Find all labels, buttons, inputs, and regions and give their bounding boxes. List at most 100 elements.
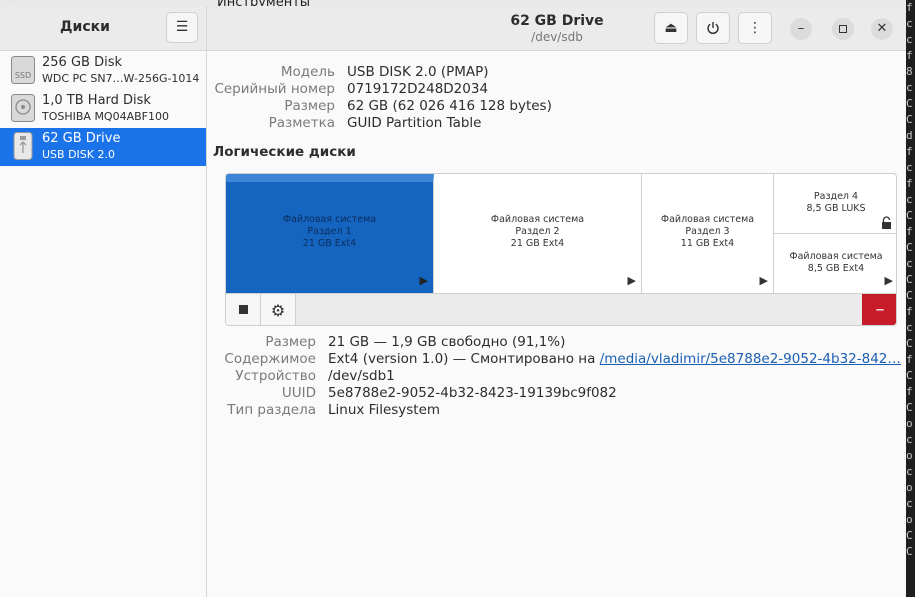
- property-label: Размер: [265, 334, 316, 350]
- property-value: 62 GB (62 026 416 128 bytes): [347, 98, 552, 114]
- volume-partition-1[interactable]: Файловая система Раздел 1 21 GB Ext4 ▶: [226, 174, 434, 293]
- terminal-line: C: [906, 113, 913, 126]
- terminal-line: c: [906, 33, 913, 46]
- volume-label: Файловая система: [282, 214, 377, 225]
- volume-label: 21 GB Ext4: [302, 238, 357, 249]
- disk-item-1tb[interactable]: 1,0 TB Hard Disk TOSHIBA MQ04ABF100: [0, 90, 206, 128]
- property-value: GUID Partition Table: [347, 115, 482, 131]
- volume-label: Файловая система: [789, 251, 883, 262]
- disk-name: 1,0 TB Hard Disk: [42, 93, 151, 108]
- property-row-model: Модель USB DISK 2.0 (PMAP): [207, 64, 899, 81]
- volume-row-uuid: UUID 5e8788e2-9052-4b32-8423-19139bc9f08…: [207, 385, 899, 402]
- volume-partition-2[interactable]: Файловая система Раздел 2 21 GB Ext4 ▶: [434, 174, 642, 293]
- eject-button[interactable]: ⏏: [654, 12, 688, 44]
- property-value: 5e8788e2-9052-4b32-8423-19139bc9f082: [328, 385, 617, 401]
- property-value: USB DISK 2.0 (PMAP): [347, 64, 489, 80]
- volume-label: Раздел 3: [685, 226, 730, 237]
- drive-menu-button[interactable]: ⋮: [738, 12, 772, 44]
- property-label: Разметка: [268, 115, 335, 131]
- volume-label: 21 GB Ext4: [510, 238, 565, 249]
- terminal-line: c: [906, 17, 913, 30]
- terminal-line: C: [906, 545, 913, 558]
- power-off-button[interactable]: [696, 12, 730, 44]
- terminal-line: C: [906, 369, 913, 382]
- terminal-line: c: [906, 433, 913, 446]
- volume-settings-button[interactable]: ⚙: [261, 294, 296, 325]
- play-arrow-icon: ▶: [627, 274, 636, 287]
- play-arrow-icon: ▶: [884, 274, 893, 287]
- disk-item-256gb[interactable]: SSD 256 GB Disk WDC PC SN7…W-256G-1014: [0, 52, 206, 90]
- terminal-line: o: [906, 513, 913, 526]
- header-bar: 62 GB Drive /dev/sdb ⏏ ⋮ – ✕: [207, 6, 906, 51]
- volume-label: Раздел 2: [515, 226, 560, 237]
- volume-label: 8,5 GB LUKS: [806, 203, 866, 214]
- close-window-button[interactable]: ✕: [871, 18, 893, 40]
- disk-item-62gb-drive[interactable]: 62 GB Drive USB DISK 2.0: [0, 128, 206, 166]
- volume-label: Файловая система: [490, 214, 585, 225]
- eject-icon: ⏏: [664, 20, 678, 36]
- terminal-line: C: [906, 289, 913, 302]
- delete-partition-button[interactable]: –: [862, 294, 896, 325]
- property-label: Устройство: [235, 368, 316, 384]
- background-terminal: fccf8cCCdfcfcCfCcCCfcCfCfCocococoCC: [906, 0, 915, 597]
- terminal-line: f: [906, 353, 913, 366]
- sidebar-header: Диски ☰: [0, 6, 206, 51]
- property-value: /dev/sdb1: [328, 368, 395, 384]
- maximize-button[interactable]: [832, 18, 854, 40]
- volumes-section-title: Логические диски: [213, 144, 356, 160]
- terminal-line: C: [906, 97, 913, 110]
- terminal-line: o: [906, 449, 913, 462]
- volume-row-device: Устройство /dev/sdb1: [207, 368, 899, 385]
- terminal-line: c: [906, 465, 913, 478]
- menu-button[interactable]: ☰: [166, 12, 198, 43]
- minimize-button[interactable]: –: [790, 18, 812, 40]
- property-value: 21 GB — 1,9 GB свободно (91,1%): [328, 334, 566, 350]
- terminal-line: f: [906, 177, 913, 190]
- property-value: Ext4 (version 1.0) — Смонтировано на: [328, 351, 596, 367]
- property-label: Модель: [280, 64, 335, 80]
- volume-label: 8,5 GB Ext4: [807, 263, 865, 274]
- property-value: Linux Filesystem: [328, 402, 441, 418]
- terminal-line: C: [906, 337, 913, 350]
- terminal-line: f: [906, 49, 913, 62]
- terminal-line: d: [906, 129, 913, 142]
- hamburger-menu-icon: ☰: [175, 19, 189, 35]
- volumes-map: Файловая система Раздел 1 21 GB Ext4 ▶ Ф…: [225, 173, 897, 326]
- terminal-line: f: [906, 1, 913, 14]
- ssd-icon: SSD: [11, 56, 35, 84]
- property-value: 0719172D248D2034: [347, 81, 489, 97]
- volume-row-contents: Содержимое Ext4 (version 1.0) — Смонтиро…: [207, 351, 901, 368]
- disk-name: 256 GB Disk: [42, 55, 122, 70]
- play-arrow-icon: ▶: [419, 274, 428, 287]
- terminal-line: C: [906, 401, 913, 414]
- terminal-line: f: [906, 305, 913, 318]
- drive-properties: Модель USB DISK 2.0 (PMAP) Серийный номе…: [207, 64, 899, 132]
- volume-label: Раздел 1: [307, 226, 352, 237]
- gear-icon: ⚙: [270, 301, 286, 320]
- stop-icon: [238, 305, 248, 314]
- terminal-line: c: [906, 497, 913, 510]
- sidebar: Диски ☰ SSD 256 GB Disk WDC PC SN7…W-256…: [0, 6, 207, 597]
- terminal-line: o: [906, 481, 913, 494]
- maximize-icon: [839, 25, 847, 33]
- unmount-button[interactable]: [226, 294, 261, 325]
- volume-filesystem[interactable]: Файловая система 8,5 GB Ext4 ▶: [774, 234, 896, 293]
- terminal-line: 8: [906, 65, 913, 78]
- disks-window: Диски ☰ SSD 256 GB Disk WDC PC SN7…W-256…: [0, 6, 906, 597]
- property-row-partitioning: Разметка GUID Partition Table: [207, 115, 899, 132]
- volume-partition-4[interactable]: Раздел 4 8,5 GB LUKS: [774, 174, 896, 234]
- sidebar-title: Диски: [60, 19, 110, 35]
- close-icon: ✕: [876, 21, 888, 36]
- play-arrow-icon: ▶: [759, 274, 768, 287]
- property-row-size: Размер 62 GB (62 026 416 128 bytes): [207, 98, 899, 115]
- usb-drive-icon: [13, 132, 33, 160]
- volume-row-partition-type: Тип раздела Linux Filesystem: [207, 402, 899, 419]
- terminal-line: c: [906, 161, 913, 174]
- volume-partition-3[interactable]: Файловая система Раздел 3 11 GB Ext4 ▶: [642, 174, 774, 293]
- more-vertical-icon: ⋮: [748, 20, 762, 36]
- volume-row-size: Размер 21 GB — 1,9 GB свободно (91,1%): [207, 334, 899, 351]
- volume-label: Раздел 4: [813, 191, 859, 202]
- mount-point-link[interactable]: /media/vladimir/5e8788e2-9052-4b32-842…: [600, 351, 901, 367]
- terminal-line: c: [906, 321, 913, 334]
- property-label: Серийный номер: [214, 81, 335, 97]
